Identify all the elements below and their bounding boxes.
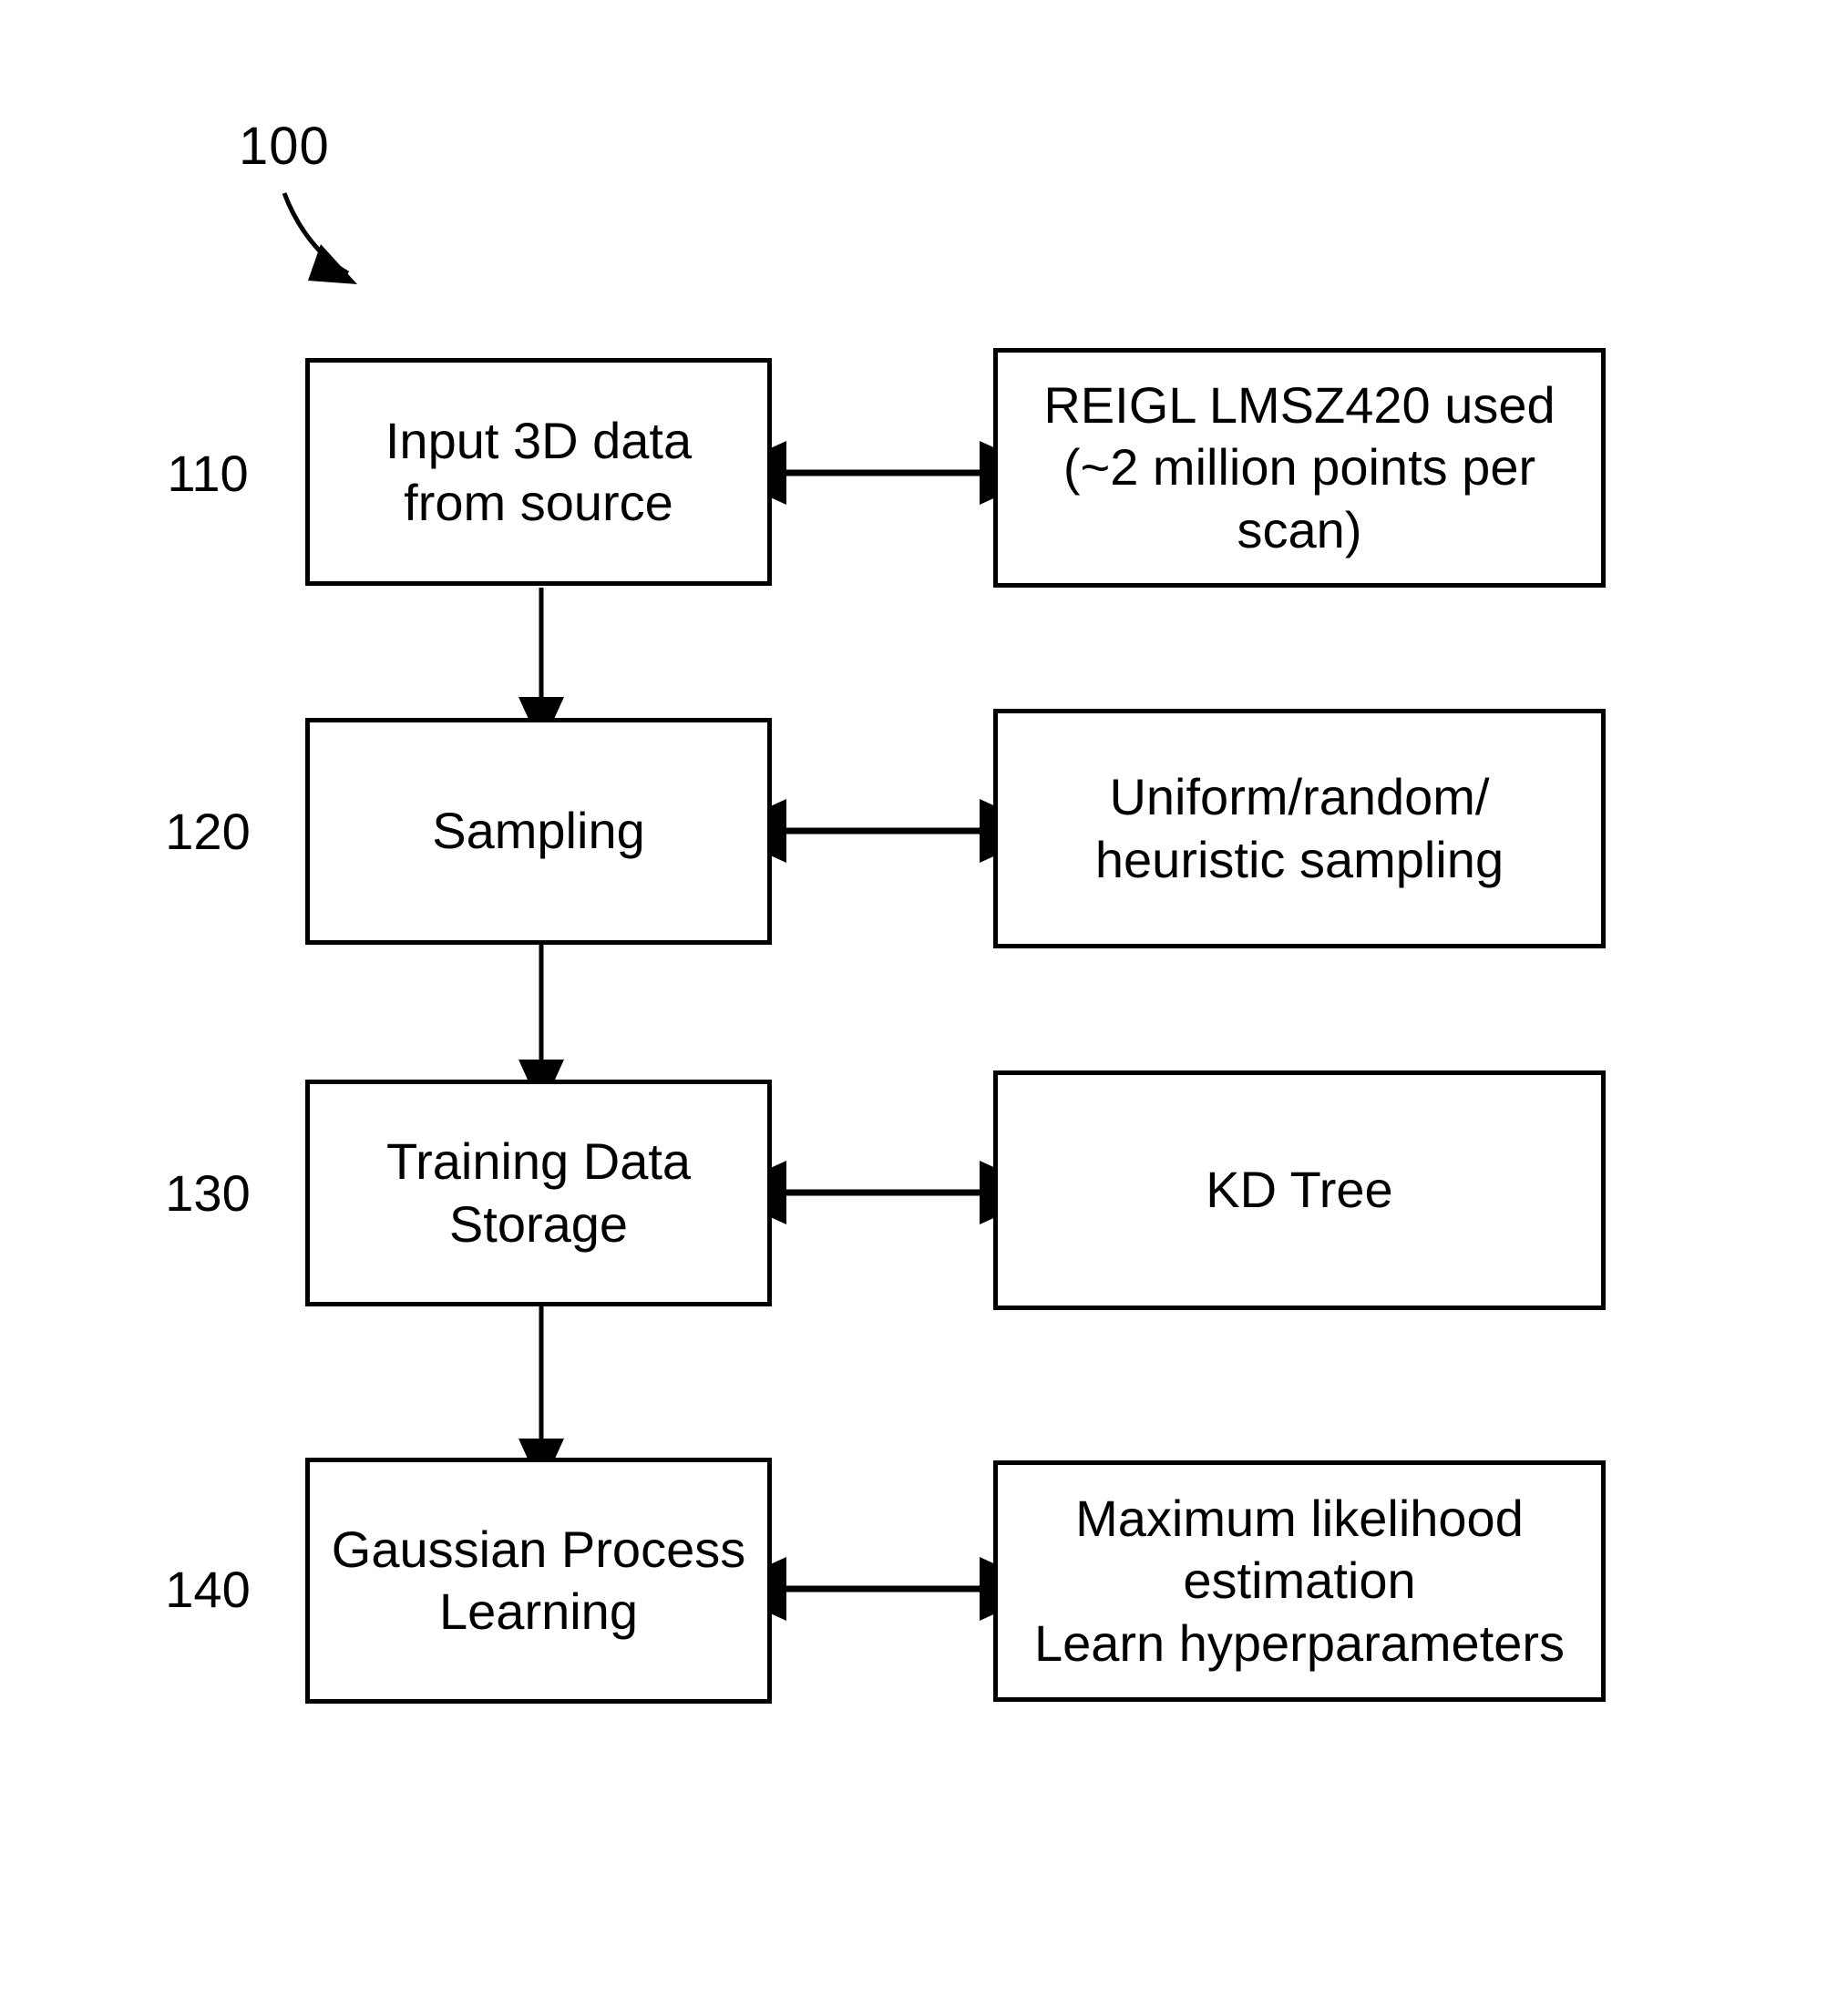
step-number-110: 110 [167,445,249,502]
detail-box-mle-hyperparameters[interactable]: Maximum likelihood estimation Learn hype… [993,1460,1606,1702]
process-box-input-3d-data-label: Input 3D data from source [385,411,693,531]
process-box-input-3d-data[interactable]: Input 3D data from source [305,358,772,586]
detail-box-kd-tree-label: KD Tree [1206,1161,1393,1219]
patent-figure-canvas: 100 110 Input 3D data from source REIGL … [0,0,1848,1997]
detail-box-mle-hyperparameters-label: Maximum likelihood estimation Learn hype… [1033,1490,1566,1672]
step-number-140: 140 [165,1561,251,1618]
process-box-gaussian-process-learning-label: Gaussian Process Learning [331,1520,746,1640]
process-box-training-data-storage-label: Training Data Storage [385,1132,692,1253]
figure-reference-numeral: 100 [239,117,330,176]
process-box-training-data-storage[interactable]: Training Data Storage [305,1080,772,1306]
detail-box-scanner-spec[interactable]: REIGL LMSZ420 used (~2 million points pe… [993,348,1606,588]
detail-box-sampling-methods-label: Uniform/random/ heuristic sampling [1094,768,1504,888]
detail-box-kd-tree[interactable]: KD Tree [993,1070,1606,1310]
process-box-gaussian-process-learning[interactable]: Gaussian Process Learning [305,1458,772,1704]
figure-lead-arrow [282,192,357,284]
step-number-130: 130 [165,1164,251,1222]
process-box-sampling[interactable]: Sampling [305,718,772,945]
step-number-120: 120 [165,803,251,860]
detail-box-sampling-methods[interactable]: Uniform/random/ heuristic sampling [993,709,1606,948]
detail-box-scanner-spec-label: REIGL LMSZ420 used (~2 million points pe… [1043,376,1555,558]
process-box-sampling-label: Sampling [432,802,645,860]
